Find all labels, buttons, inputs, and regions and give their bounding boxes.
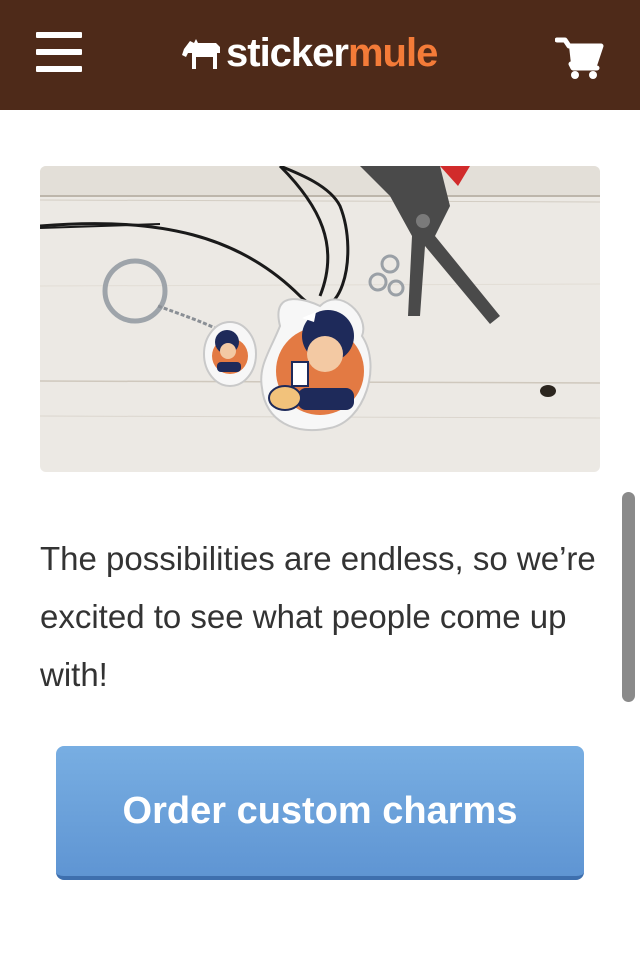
logo-word-sticker: sticker: [226, 30, 349, 75]
scrollbar-thumb[interactable]: [622, 492, 635, 702]
mule-icon: [182, 39, 220, 69]
charms-product-photo: [40, 166, 600, 472]
top-nav-bar: sticker mule: [0, 0, 640, 110]
stickermule-logo[interactable]: sticker mule: [180, 28, 438, 78]
hamburger-menu-icon[interactable]: [36, 32, 82, 72]
body-paragraph: The possibilities are endless, so we’re …: [40, 540, 596, 693]
shopping-cart-icon[interactable]: [555, 36, 605, 80]
charms-photo-illustration: [40, 166, 600, 472]
logo-word-mule: mule: [347, 30, 438, 75]
order-custom-charms-button[interactable]: Order custom charms: [56, 746, 584, 880]
